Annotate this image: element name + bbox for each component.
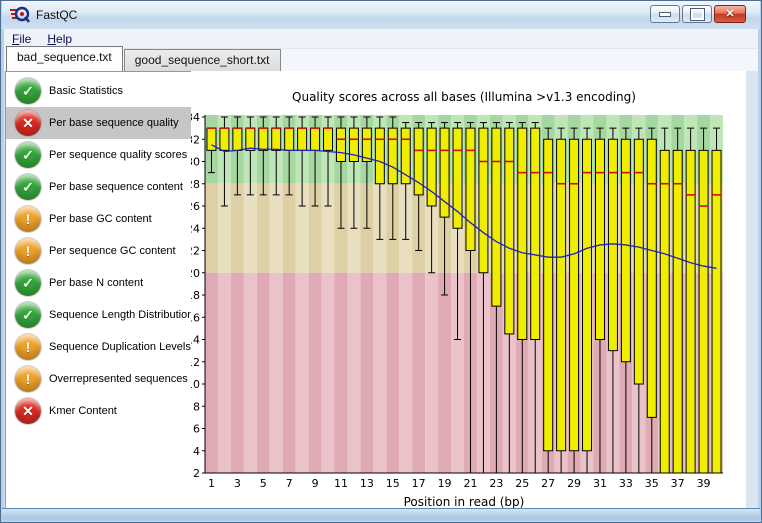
- svg-text:16: 16: [191, 311, 200, 324]
- minimize-button[interactable]: [650, 5, 680, 23]
- sidebar-item-basic-statistics[interactable]: ✓ Basic Statistics: [6, 75, 194, 107]
- fastqc-window: FastQC ✕ File Help bad_sequence.txt good_s…: [0, 0, 762, 523]
- titlebar: FastQC ✕: [2, 1, 760, 29]
- sidebar-item-label: Per base GC content: [49, 213, 152, 225]
- chart-panel: Quality scores across all bases (Illumin…: [191, 71, 746, 511]
- svg-text:25: 25: [515, 477, 529, 490]
- svg-text:35: 35: [645, 477, 659, 490]
- window-bottom-border: [2, 508, 760, 522]
- svg-text:26: 26: [191, 200, 200, 213]
- close-button[interactable]: ✕: [714, 5, 746, 23]
- svg-text:7: 7: [286, 477, 293, 490]
- pass-icon: ✓: [15, 302, 41, 328]
- svg-text:3: 3: [234, 477, 241, 490]
- window-controls: ✕: [648, 5, 746, 23]
- svg-text:1: 1: [208, 477, 215, 490]
- svg-text:11: 11: [334, 477, 348, 490]
- main-content: ✓ Basic Statistics ✕ Per base sequence qual…: [4, 71, 758, 511]
- module-list: ✓ Basic Statistics ✕ Per base sequence qual…: [5, 71, 195, 510]
- quality-boxplot-chart: Quality scores across all bases (Illumin…: [191, 90, 723, 509]
- sidebar-item-label: Per base sequence content: [49, 181, 183, 193]
- svg-text:34: 34: [191, 111, 200, 124]
- svg-text:18: 18: [191, 289, 200, 302]
- svg-text:10: 10: [191, 378, 200, 391]
- svg-text:24: 24: [191, 222, 200, 235]
- svg-text:9: 9: [312, 477, 319, 490]
- pass-icon: ✓: [15, 78, 41, 104]
- tab-bad-sequence-txt[interactable]: bad_sequence.txt: [6, 46, 123, 71]
- svg-text:2: 2: [193, 467, 200, 480]
- svg-text:29: 29: [567, 477, 581, 490]
- close-icon: ✕: [725, 7, 735, 20]
- fail-icon: ✕: [15, 398, 41, 424]
- svg-text:17: 17: [412, 477, 426, 490]
- svg-text:27: 27: [541, 477, 555, 490]
- svg-text:22: 22: [191, 245, 200, 258]
- svg-text:32: 32: [191, 133, 200, 146]
- svg-text:6: 6: [193, 423, 200, 436]
- svg-text:19: 19: [438, 477, 452, 490]
- sidebar-item-per-sequence-quality-scores[interactable]: ✓ Per sequence quality scores: [6, 139, 194, 171]
- fail-icon: ✕: [15, 110, 41, 136]
- sidebar-item-per-base-gc-content[interactable]: ! Per base GC content: [6, 203, 194, 235]
- svg-text:23: 23: [489, 477, 503, 490]
- svg-text:21: 21: [463, 477, 477, 490]
- sidebar-item-label: Per base sequence quality: [49, 117, 179, 129]
- svg-text:28: 28: [191, 178, 200, 191]
- svg-text:14: 14: [191, 334, 200, 347]
- tab-bar: bad_sequence.txt good_sequence_short.txt: [4, 46, 758, 71]
- sidebar-item-label: Per sequence quality scores: [49, 149, 188, 161]
- maximize-button[interactable]: [682, 5, 712, 23]
- svg-text:30: 30: [191, 156, 200, 169]
- sidebar-item-overrepresented-sequences[interactable]: ! Overrepresented sequences: [6, 363, 194, 395]
- svg-text:5: 5: [260, 477, 267, 490]
- sidebar-item-per-base-n-content[interactable]: ✓ Per base N content: [6, 267, 194, 299]
- sidebar-item-sequence-length-distribution[interactable]: ✓ Sequence Length Distribution: [6, 299, 194, 331]
- sidebar-item-sequence-duplication-levels[interactable]: ! Sequence Duplication Levels: [6, 331, 194, 363]
- sidebar-item-label: Per base N content: [49, 277, 144, 289]
- sidebar-item-label: Overrepresented sequences: [49, 373, 188, 385]
- svg-text:39: 39: [697, 477, 711, 490]
- sidebar-item-label: Sequence Duplication Levels: [49, 341, 191, 353]
- tab-good-sequence-short-txt[interactable]: good_sequence_short.txt: [123, 49, 281, 71]
- sidebar-item-per-sequence-gc-content[interactable]: ! Per sequence GC content: [6, 235, 194, 267]
- svg-text:Quality scores across all base: Quality scores across all bases (Illumin…: [292, 90, 636, 104]
- minimize-icon: [659, 11, 671, 17]
- svg-text:4: 4: [193, 445, 200, 458]
- pass-icon: ✓: [15, 270, 41, 296]
- sidebar-item-per-base-sequence-quality[interactable]: ✕ Per base sequence quality: [6, 107, 194, 139]
- svg-text:37: 37: [671, 477, 685, 490]
- sidebar-item-label: Sequence Length Distribution: [49, 309, 194, 321]
- warn-icon: !: [15, 206, 41, 232]
- svg-text:20: 20: [191, 267, 200, 280]
- fastqc-logo-icon: [10, 6, 31, 24]
- pass-icon: ✓: [15, 174, 41, 200]
- warn-icon: !: [15, 238, 41, 264]
- menu-item-help[interactable]: Help: [39, 30, 80, 48]
- window-title: FastQC: [36, 8, 78, 22]
- sidebar-item-label: Basic Statistics: [49, 85, 123, 97]
- svg-text:15: 15: [386, 477, 400, 490]
- warn-icon: !: [15, 366, 41, 392]
- sidebar-item-label: Kmer Content: [49, 405, 117, 417]
- pass-icon: ✓: [15, 142, 41, 168]
- warn-icon: !: [15, 334, 41, 360]
- svg-text:12: 12: [191, 356, 200, 369]
- svg-text:13: 13: [360, 477, 374, 490]
- svg-text:33: 33: [619, 477, 633, 490]
- sidebar-item-kmer-content[interactable]: ✕ Kmer Content: [6, 395, 194, 427]
- svg-text:8: 8: [193, 400, 200, 413]
- sidebar-item-label: Per sequence GC content: [49, 245, 176, 257]
- svg-text:Position in read (bp): Position in read (bp): [404, 495, 525, 509]
- maximize-icon: [689, 7, 705, 21]
- sidebar-item-per-base-sequence-content[interactable]: ✓ Per base sequence content: [6, 171, 194, 203]
- menu-item-file[interactable]: File: [4, 30, 39, 48]
- svg-text:31: 31: [593, 477, 607, 490]
